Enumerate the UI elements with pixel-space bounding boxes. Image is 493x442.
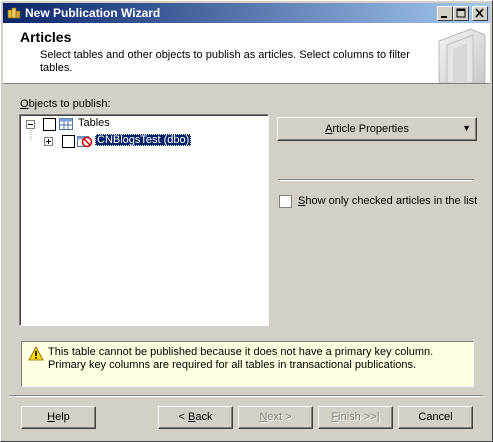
article-properties-dropdown[interactable]: Article Properties ▼ bbox=[277, 117, 477, 141]
app-icon bbox=[7, 7, 21, 19]
wizard-window: New Publication Wizard Articles Select t… bbox=[0, 0, 493, 442]
next-button[interactable]: Next > bbox=[238, 406, 313, 429]
finish-button[interactable]: Finish >>| bbox=[318, 406, 393, 429]
maximize-button[interactable] bbox=[453, 6, 469, 21]
objects-tree[interactable]: Tables CNBlogsTest (dbo) bbox=[19, 114, 269, 326]
minimize-button[interactable] bbox=[437, 6, 453, 21]
table-icon bbox=[59, 118, 73, 130]
footer-divider bbox=[9, 395, 483, 397]
info-message: This table cannot be published because i… bbox=[48, 346, 434, 371]
back-button[interactable]: < Back bbox=[158, 406, 233, 429]
cancel-button[interactable]: Cancel bbox=[398, 406, 473, 429]
title-bar[interactable]: New Publication Wizard bbox=[3, 3, 490, 23]
page-title: Articles bbox=[20, 29, 72, 45]
tables-node-label[interactable]: Tables bbox=[78, 117, 110, 129]
help-button[interactable]: Help bbox=[21, 406, 96, 429]
window-title: New Publication Wizard bbox=[25, 6, 161, 20]
tables-checkbox[interactable] bbox=[43, 118, 56, 131]
chevron-down-icon: ▼ bbox=[462, 123, 471, 133]
collapse-tables-toggle[interactable] bbox=[26, 120, 35, 129]
page-header: Articles Select tables and other objects… bbox=[3, 23, 490, 84]
table-not-publishable-icon bbox=[77, 136, 93, 148]
info-panel: This table cannot be published because i… bbox=[21, 341, 474, 387]
table-node-label[interactable]: CNBlogsTest (dbo) bbox=[95, 134, 192, 146]
objects-label: Objects to publish: bbox=[20, 98, 111, 110]
wizard-banner-icon bbox=[438, 28, 486, 83]
close-button[interactable] bbox=[472, 6, 488, 21]
warning-icon bbox=[28, 346, 44, 361]
expand-table-toggle[interactable] bbox=[44, 137, 53, 146]
table-item-checkbox[interactable] bbox=[62, 135, 75, 148]
divider bbox=[278, 179, 474, 181]
page-description: Select tables and other objects to publi… bbox=[40, 49, 410, 74]
show-checked-label[interactable]: Show only checked articles in the list bbox=[298, 195, 477, 207]
show-checked-checkbox[interactable] bbox=[279, 195, 292, 208]
